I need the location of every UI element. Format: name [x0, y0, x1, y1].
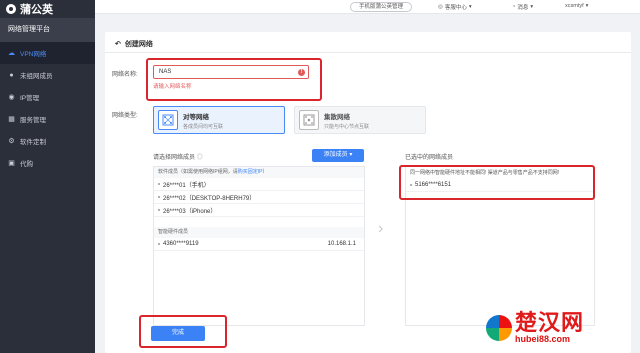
sidebar-item-label: 软件定制	[20, 139, 46, 146]
sidebar-item-label: 服务管理	[20, 117, 46, 124]
select-members-label: 请选择网络成员 ◎	[153, 152, 203, 161]
type-hub-desc: 只能与中心节点互联	[324, 123, 370, 130]
watermark: 楚汉网 hubei88.com	[486, 306, 636, 350]
sidebar-item-ip[interactable]: ◉ IP管理	[0, 86, 95, 108]
bullet-icon	[158, 209, 160, 211]
mobile-admin-button[interactable]: 手机版蒲公英管理	[350, 2, 413, 12]
grid-icon: ▦	[8, 116, 15, 123]
sidebar-item-label: VPN网络	[20, 51, 47, 58]
hub-network-icon	[299, 110, 319, 130]
sidebar: 蒲公英 网络管理平台 ☁ VPN网络 ● 未组网成员 ◉ IP管理 ▦ 服务管理…	[0, 0, 95, 353]
chevron-down-icon: ▾	[468, 4, 472, 10]
watermark-url: hubei88.com	[515, 334, 571, 344]
list-item[interactable]: 26****03（iPhone）	[154, 204, 364, 217]
sidebar-item-vpn[interactable]: ☁ VPN网络	[0, 42, 95, 64]
bullet-icon	[158, 196, 160, 198]
user-icon: ●	[9, 71, 14, 79]
add-member-label: 添加成员	[323, 152, 348, 158]
support-label: 客服中心	[444, 5, 467, 11]
username: xcsmtyf	[565, 3, 584, 9]
sidebar-item-label: IP管理	[20, 95, 40, 102]
messages-link[interactable]: ◔ 消息 ▾	[512, 3, 533, 11]
type-hub-option[interactable]: 集散网络 只能与中心节点互联	[294, 106, 426, 134]
page-title-text: 创建网络	[124, 41, 153, 48]
page-title: ↶ 创建网络	[115, 39, 153, 49]
support-link[interactable]: ◎ 客服中心 ▾	[438, 3, 472, 11]
bell-icon: ◔	[512, 4, 516, 10]
gear-icon: ⚙	[8, 138, 15, 145]
member-name: 26****02（DESKTOP-8HERH79）	[163, 195, 256, 202]
divider	[105, 52, 631, 53]
selected-members-label: 已选中的网络成员	[405, 155, 454, 161]
bullet-icon	[158, 243, 160, 245]
sidebar-item-service[interactable]: ▦ 服务管理	[0, 108, 95, 130]
chevron-down-icon: ▾	[530, 4, 534, 10]
network-type-label: 网络类型:	[112, 113, 138, 119]
chevron-right-icon[interactable]: ›	[378, 220, 383, 238]
software-header-end: ）	[262, 169, 268, 175]
cloud-icon: ☁	[8, 50, 15, 57]
highlight-frame	[146, 58, 322, 101]
peer-network-icon	[158, 110, 178, 130]
network-name-label: 网络名称:	[112, 72, 138, 78]
add-member-button[interactable]: 添加成员 ▾	[312, 149, 364, 162]
available-members-panel: 软件成员（如需使用网络IP组网，请购买固定IP） 26****01（手机） 26…	[153, 166, 365, 326]
member-ip: 10.168.1.1	[327, 241, 356, 247]
select-members-text: 请选择网络成员	[153, 155, 196, 161]
sidebar-title: 网络管理平台	[0, 18, 95, 42]
logo-text: 蒲公英	[20, 4, 53, 16]
messages-label: 消息	[517, 5, 529, 11]
sidebar-item-software[interactable]: ⚙ 软件定制	[0, 130, 95, 152]
sidebar-item-unjoined[interactable]: ● 未组网成员	[0, 64, 95, 86]
sidebar-item-purchase[interactable]: ▣ 代购	[0, 152, 95, 174]
hardware-members-header: 智能硬件成员	[154, 227, 364, 238]
type-peer-option[interactable]: 对等网络 各成员间均可互联	[153, 106, 285, 134]
location-pin-icon: ◉	[8, 94, 15, 101]
list-item[interactable]: 4360****9119 10.168.1.1	[154, 238, 364, 251]
back-icon[interactable]: ↶	[115, 40, 121, 48]
sidebar-item-label: 代购	[20, 161, 33, 168]
software-members-header: 软件成员（如需使用网络IP组网，请购买固定IP）	[154, 167, 364, 178]
create-network-card: ↶ 创建网络 网络名称: NAS ! 请输入网络名称 网络类型: 对等网络 各成…	[105, 32, 631, 353]
headset-icon: ◎	[438, 4, 443, 10]
watermark-cn: 楚汉网	[515, 310, 585, 335]
chevron-down-icon: ▾	[349, 152, 353, 158]
watermark-text: 楚汉网 hubei88.com	[515, 312, 584, 344]
software-header-text: 软件成员（如需使用网络IP组网，请	[158, 169, 238, 175]
member-name: 4360****9119	[163, 241, 199, 247]
bag-icon: ▣	[8, 160, 15, 167]
highlight-frame	[399, 165, 595, 200]
list-item[interactable]: 26****02（DESKTOP-8HERH79）	[154, 191, 364, 204]
buy-static-ip-link[interactable]: 购买固定IP	[238, 169, 263, 175]
watermark-logo	[486, 315, 512, 341]
highlight-frame	[139, 315, 227, 348]
chevron-down-icon: ▾	[585, 3, 589, 9]
type-hub-name: 集散网络	[324, 113, 350, 121]
member-name: 26****03（iPhone）	[163, 208, 217, 215]
type-peer-name: 对等网络	[183, 113, 209, 121]
logo-icon	[6, 4, 16, 14]
hardware-member: 4360****9119	[158, 241, 199, 247]
type-peer-desc: 各成员间均可互联	[183, 123, 224, 130]
user-menu[interactable]: xcsmtyf ▾	[565, 3, 588, 9]
top-bar: 手机版蒲公英管理 ◎ 客服中心 ▾ ◔ 消息 ▾ xcsmtyf ▾	[95, 0, 640, 14]
member-name: 26****01（手机）	[163, 182, 210, 189]
bullet-icon	[158, 183, 160, 185]
list-item[interactable]: 26****01（手机）	[154, 178, 364, 191]
eye-icon[interactable]: ◎	[197, 155, 203, 161]
app-logo[interactable]: 蒲公英	[0, 0, 95, 18]
sidebar-item-label: 未组网成员	[20, 73, 53, 80]
